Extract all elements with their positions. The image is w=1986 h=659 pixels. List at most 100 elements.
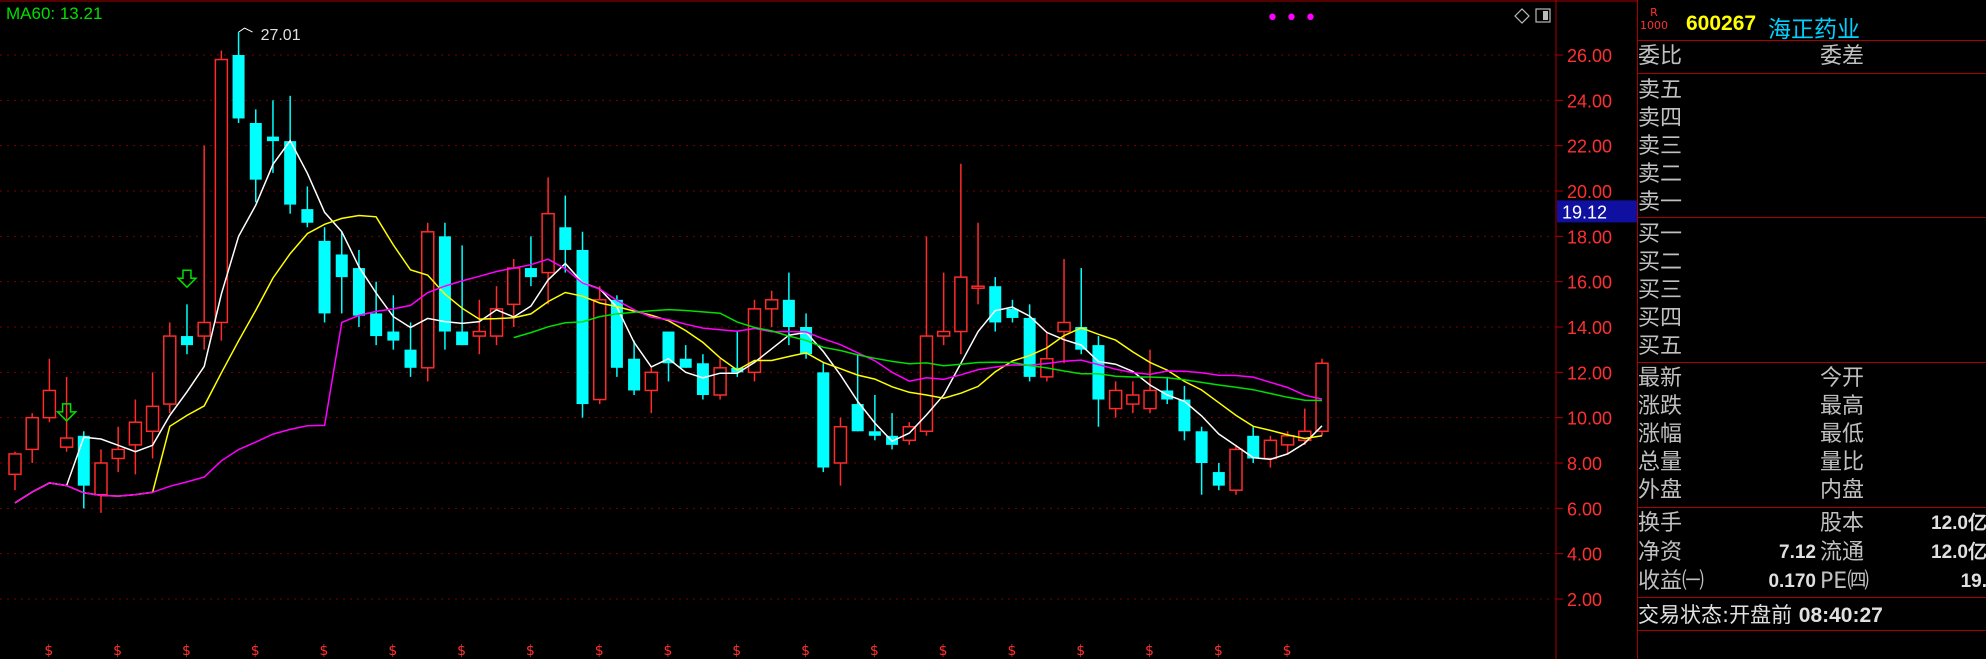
- candle-body-up[interactable]: [420, 231, 435, 369]
- candle-body-up[interactable]: [42, 389, 57, 419]
- candle-body-up[interactable]: [472, 330, 487, 337]
- order-book-buy-row[interactable]: 买四: [1638, 305, 1986, 333]
- high-marker-pointer: [238, 27, 253, 33]
- candle-body-down[interactable]: [352, 268, 365, 316]
- candle-body-up[interactable]: [145, 405, 160, 433]
- order-book-sell-label: 卖四: [1638, 106, 1683, 131]
- candle-body-down[interactable]: [559, 227, 572, 250]
- quote-row: 涨幅 最低: [1638, 421, 1986, 449]
- candle-body-down[interactable]: [404, 349, 417, 368]
- trading-status: 交易状态:开盘前 08:40:27: [1638, 600, 1986, 630]
- order-book-buy-row[interactable]: 买一: [1638, 221, 1986, 249]
- candle-body-down[interactable]: [284, 141, 297, 205]
- order-book-buy-row[interactable]: 买五: [1638, 333, 1986, 361]
- candle-body-down[interactable]: [782, 299, 795, 327]
- candle-body-up[interactable]: [8, 453, 22, 476]
- candle-body-up[interactable]: [214, 58, 229, 324]
- order-book-sell-label: 卖二: [1638, 162, 1683, 187]
- candle-body-up[interactable]: [128, 421, 143, 446]
- divider: [1638, 597, 1986, 598]
- candle-body-up[interactable]: [59, 437, 74, 448]
- candle-body-down[interactable]: [1023, 317, 1036, 377]
- order-book-sell-label: 卖一: [1638, 190, 1683, 215]
- candle-body-up[interactable]: [713, 367, 727, 396]
- candle-body-up[interactable]: [919, 335, 934, 433]
- ma60-indicator-label: MA60: 13.21: [6, 4, 103, 23]
- candle-body-down[interactable]: [679, 358, 692, 368]
- candle-body-up[interactable]: [971, 285, 985, 289]
- candle-body-up[interactable]: [1263, 439, 1278, 460]
- quote-panel: R 1000 600267 海正药业 委比 委差 卖五 卖四 卖三 卖二 卖一 买一 买二…: [1637, 0, 1986, 659]
- kline-chart[interactable]: 26.00 24.00 22.00 20.00 18.00 16.00 14.00 12.00…: [0, 0, 1637, 659]
- candle-body-up[interactable]: [111, 448, 125, 460]
- candle-body-down[interactable]: [335, 254, 348, 278]
- candle-body-down[interactable]: [318, 240, 331, 314]
- order-book-sell-label: 卖三: [1638, 134, 1683, 159]
- candle-body-up[interactable]: [163, 335, 177, 405]
- stock-name[interactable]: 海正药业: [1768, 10, 1860, 44]
- fundamental-value-left: 7.12: [1779, 542, 1816, 563]
- order-book-buy-row[interactable]: 买三: [1638, 277, 1986, 305]
- candle-body-up[interactable]: [1229, 448, 1243, 491]
- candle-body-up[interactable]: [592, 299, 607, 401]
- candle-body-up[interactable]: [936, 330, 951, 337]
- quote-label-left: 最新: [1638, 366, 1683, 391]
- fundamental-label-right: 股本: [1820, 511, 1865, 536]
- candle-body-up[interactable]: [541, 212, 555, 274]
- candle-body-down[interactable]: [989, 286, 1002, 323]
- candle-body-down[interactable]: [628, 358, 641, 391]
- candle-body-up[interactable]: [94, 462, 108, 496]
- order-book-sell-row[interactable]: 卖五: [1638, 77, 1986, 105]
- candle-body-up[interactable]: [1057, 321, 1071, 333]
- candle-body-down[interactable]: [1006, 308, 1019, 318]
- candle-body-up[interactable]: [1143, 389, 1157, 410]
- candle-body-down[interactable]: [77, 435, 90, 486]
- candle-body-down[interactable]: [696, 363, 709, 395]
- candle-body-up[interactable]: [25, 416, 39, 451]
- candle-body-down[interactable]: [524, 268, 537, 278]
- divider: [1638, 630, 1986, 631]
- candle-body-up[interactable]: [1108, 389, 1123, 410]
- more-options-dots[interactable]: •••: [1266, 8, 1323, 30]
- candle-body-down[interactable]: [576, 249, 589, 405]
- day-marker: $: [732, 643, 741, 659]
- fundamental-value-right: 19.: [1960, 571, 1986, 592]
- candle-body-up[interactable]: [644, 371, 659, 392]
- candle-body-down[interactable]: [249, 123, 262, 180]
- candle-body-down[interactable]: [370, 313, 383, 337]
- candle-body-up[interactable]: [954, 276, 968, 333]
- candle-body-up[interactable]: [1126, 394, 1140, 405]
- candle-body-down[interactable]: [232, 55, 245, 119]
- candle-body-up[interactable]: [1280, 435, 1295, 446]
- candle-body-down[interactable]: [851, 404, 864, 432]
- candle-body-down[interactable]: [387, 331, 400, 341]
- margin-badge-letter: R: [1650, 6, 1658, 19]
- candle-body-down[interactable]: [868, 431, 881, 436]
- candle-body-down[interactable]: [610, 299, 623, 368]
- diamond-icon[interactable]: [1514, 8, 1530, 24]
- kline-chart-svg[interactable]: 26.00 24.00 22.00 20.00 18.00 16.00 14.00 12.00…: [0, 0, 1637, 659]
- order-book-sell-row[interactable]: 卖二: [1638, 161, 1986, 189]
- y-tick-label: 24.00: [1567, 91, 1612, 111]
- candle-body-down[interactable]: [456, 331, 469, 346]
- candle-body-down[interactable]: [1212, 472, 1225, 486]
- candle-body-down[interactable]: [1092, 345, 1105, 400]
- order-book-sell-row[interactable]: 卖一: [1638, 189, 1986, 217]
- candle-body-down[interactable]: [1195, 431, 1208, 463]
- candle-body-down[interactable]: [438, 236, 451, 332]
- quote-row: 外盘 内盘: [1638, 477, 1986, 505]
- order-book-sell-row[interactable]: 卖四: [1638, 105, 1986, 133]
- candle-body-up[interactable]: [197, 321, 211, 337]
- order-book-buy-row[interactable]: 买二: [1638, 249, 1986, 277]
- candle-body-down[interactable]: [817, 372, 830, 468]
- candle-body-up[interactable]: [833, 425, 848, 464]
- order-book-sell-row[interactable]: 卖三: [1638, 133, 1986, 161]
- candle-body-down[interactable]: [301, 209, 314, 223]
- day-marker: $: [664, 643, 673, 659]
- candle-body-up[interactable]: [506, 267, 521, 306]
- candle-body-down[interactable]: [266, 136, 279, 142]
- candle-body-up[interactable]: [764, 299, 779, 310]
- candle-body-up[interactable]: [1315, 362, 1329, 433]
- candle-body-down[interactable]: [180, 336, 193, 346]
- order-ratio-row: 委比 委差: [1638, 43, 1986, 71]
